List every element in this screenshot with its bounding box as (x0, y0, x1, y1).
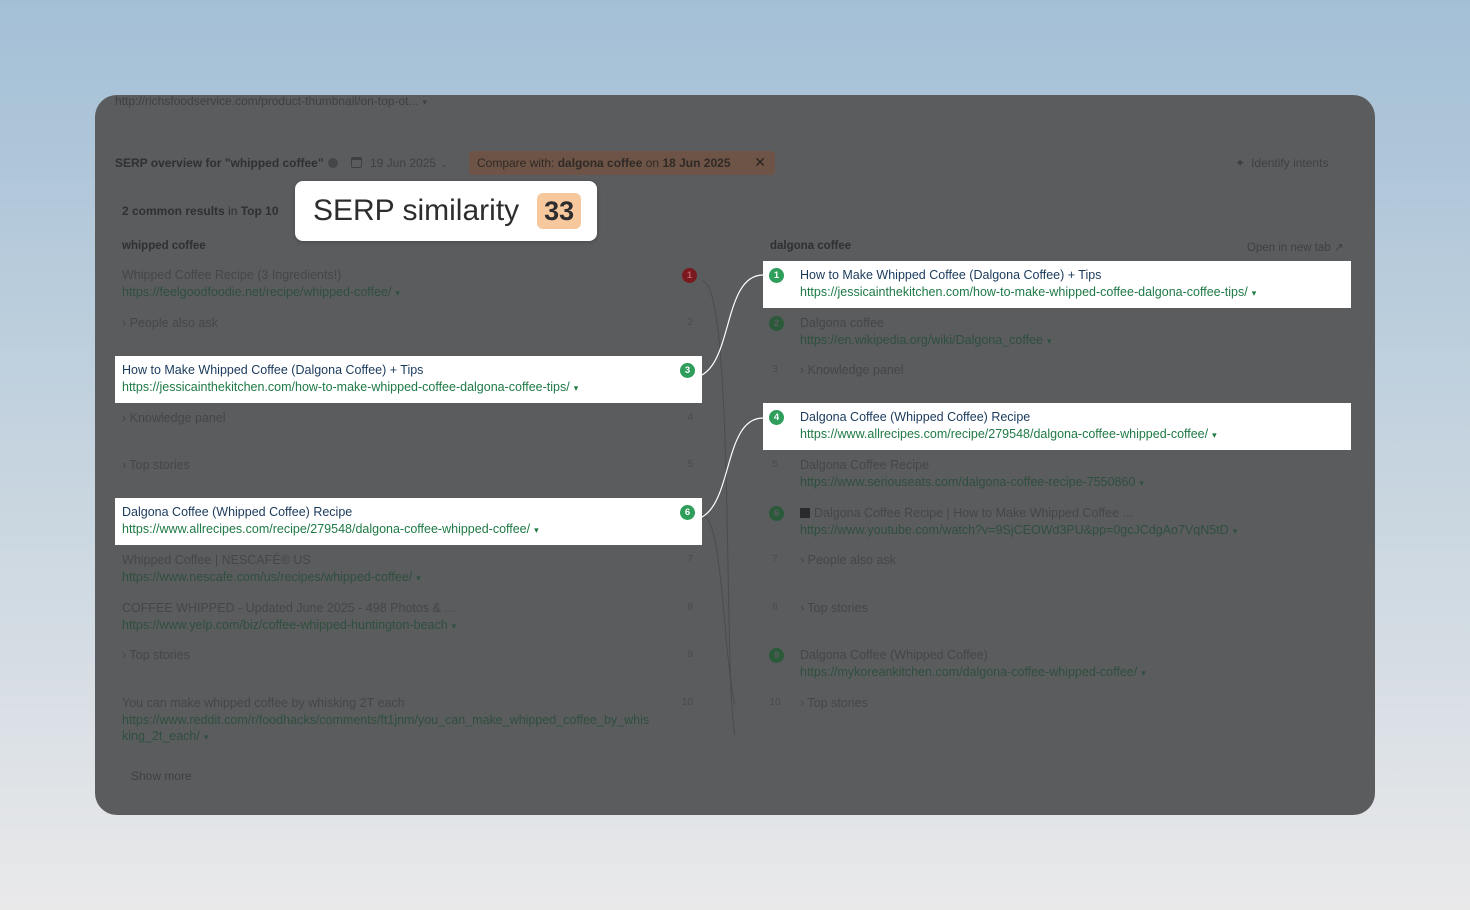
rank-number: 7 (772, 554, 778, 565)
close-icon[interactable]: ✕ (754, 154, 766, 171)
right-result-10[interactable]: › Top stories (800, 696, 868, 710)
calendar-icon (351, 157, 362, 168)
rank-badge: 1 (769, 268, 784, 283)
date-picker[interactable]: 19 Jun 2025 ⌄ (351, 156, 448, 170)
right-result-6[interactable]: Dalgona Coffee Recipe | How to Make Whip… (800, 506, 1237, 537)
right-result-8[interactable]: › Top stories (800, 601, 868, 615)
serp-similarity-callout: SERP similarity 33 (295, 181, 597, 241)
left-result-8[interactable]: COFFEE WHIPPED - Updated June 2025 - 498… (122, 601, 456, 632)
video-play-icon (800, 508, 810, 518)
rank-badge: 9 (769, 648, 784, 663)
page-title: SERP overview for "whipped coffee" (115, 156, 338, 170)
info-icon[interactable] (327, 158, 338, 168)
right-result-5[interactable]: Dalgona Coffee Recipe https://www.seriou… (800, 458, 1144, 489)
common-results-summary: 2 common results in Top 10 (122, 204, 279, 218)
rank-number: 5 (687, 459, 693, 470)
rank-badge: 2 (769, 316, 784, 331)
right-keyword-heading: dalgona coffee (770, 240, 852, 252)
rank-number: 10 (769, 697, 781, 708)
rank-number: 5 (772, 459, 778, 470)
rank-number: 2 (687, 317, 693, 328)
right-result-1-highlight[interactable]: 1 How to Make Whipped Coffee (Dalgona Co… (763, 261, 1351, 308)
rank-number: 4 (687, 412, 693, 423)
right-result-4-highlight[interactable]: 4 Dalgona Coffee (Whipped Coffee) Recipe… (763, 403, 1351, 450)
serp-overview-panel: http://richsfoodservice.com/product-thum… (95, 95, 1375, 815)
rank-number: 3 (772, 364, 778, 375)
similarity-score: 33 (537, 193, 582, 229)
identify-intents-button[interactable]: ✦ Identify intents (1235, 156, 1328, 170)
chevron-down-icon: ⌄ (440, 159, 448, 169)
external-link-icon: ↗ (1333, 242, 1344, 254)
left-result-3-highlight[interactable]: How to Make Whipped Coffee (Dalgona Coff… (115, 356, 702, 403)
rank-badge: 6 (769, 506, 784, 521)
left-result-5[interactable]: › Top stories (122, 458, 190, 472)
right-result-9[interactable]: Dalgona Coffee (Whipped Coffee) https://… (800, 648, 1146, 679)
left-result-10[interactable]: You can make whipped coffee by whisking … (122, 696, 649, 743)
rank-number: 7 (687, 554, 693, 565)
right-result-3[interactable]: › Knowledge panel (800, 363, 904, 377)
show-more-button[interactable]: Show more (131, 769, 192, 783)
rank-number: 10 (681, 697, 693, 708)
sparkle-icon: ✦ (1235, 156, 1246, 170)
right-result-7[interactable]: › People also ask (800, 553, 896, 567)
right-result-2[interactable]: Dalgona coffee https://en.wikipedia.org/… (800, 316, 1052, 347)
open-new-tab-link[interactable]: Open in new tab ↗ (1247, 240, 1344, 254)
rank-badge: 4 (769, 410, 784, 425)
rank-badge: 1 (682, 268, 697, 283)
rank-number: 8 (772, 602, 778, 613)
left-result-6-highlight[interactable]: Dalgona Coffee (Whipped Coffee) Recipe h… (115, 498, 702, 545)
rank-number: 9 (687, 649, 693, 660)
left-result-2[interactable]: › People also ask (122, 316, 218, 330)
left-result-7[interactable]: Whipped Coffee | NESCAFÉ® US https://www… (122, 553, 421, 584)
compare-chip[interactable]: Compare with: dalgona coffee on 18 Jun 2… (469, 151, 775, 175)
rank-number: 8 (687, 602, 693, 613)
left-result-4[interactable]: › Knowledge panel (122, 411, 226, 425)
left-result-9[interactable]: › Top stories (122, 648, 190, 662)
left-keyword-heading: whipped coffee (122, 240, 206, 252)
left-result-1[interactable]: Whipped Coffee Recipe (3 Ingredients!) h… (122, 268, 400, 299)
top-url[interactable]: http://richsfoodservice.com/product-thum… (115, 95, 427, 108)
rank-badge: 3 (680, 363, 695, 378)
rank-badge: 6 (680, 505, 695, 520)
